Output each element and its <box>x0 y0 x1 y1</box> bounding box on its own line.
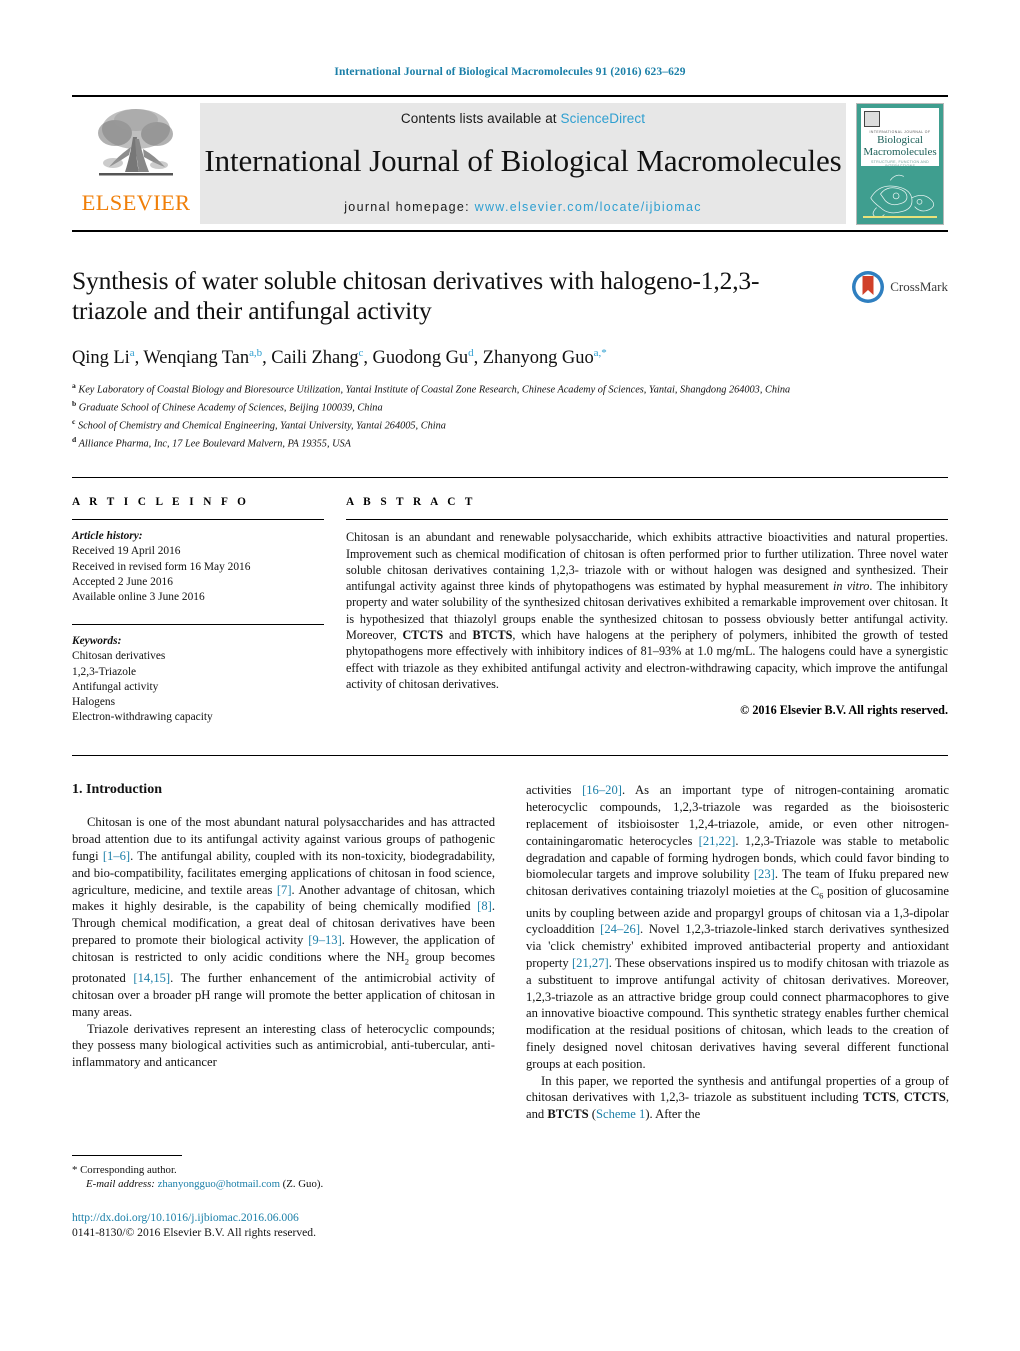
article-info-column: A R T I C L E I N F O Article history: R… <box>72 496 324 725</box>
cover-name-line1: Biological <box>877 133 923 146</box>
issn-copyright-line: 0141-8130/© 2016 Elsevier B.V. All right… <box>72 1225 316 1239</box>
elsevier-wordmark: ELSEVIER <box>81 190 191 215</box>
footnote-divider <box>72 1154 182 1156</box>
journal-homepage-line: journal homepage: www.elsevier.com/locat… <box>344 200 702 214</box>
article-history-block: Article history: Received 19 April 2016 … <box>72 529 324 605</box>
history-item: Available online 3 June 2016 <box>72 591 205 604</box>
affiliation-item: c School of Chemistry and Chemical Engin… <box>72 417 446 432</box>
crossmark-badge[interactable]: CrossMark <box>851 270 948 304</box>
keyword-item: 1,2,3-Triazole <box>72 665 137 678</box>
history-item: Received 19 April 2016 <box>72 545 181 558</box>
abstract-heading: A B S T R A C T <box>346 496 476 509</box>
affiliation-item: a Key Laboratory of Coastal Biology and … <box>72 381 791 396</box>
email-line: E-mail address: zhanyongguo@hotmail.com … <box>72 1177 495 1192</box>
journal-cover-thumbnail: INTERNATIONAL JOURNAL OF Biological Macr… <box>856 102 944 225</box>
divider <box>346 519 948 521</box>
homepage-prefix: journal homepage: <box>344 200 475 214</box>
journal-banner: Contents lists available at ScienceDirec… <box>200 103 846 224</box>
article-page: International Journal of Biological Macr… <box>0 0 1020 1351</box>
keywords-block: Keywords: Chitosan derivatives 1,2,3-Tri… <box>72 634 324 725</box>
email-suffix: (Z. Guo). <box>279 1178 324 1191</box>
sciencedirect-link[interactable]: ScienceDirect <box>561 111 646 126</box>
keyword-item: Antifungal activity <box>72 680 159 693</box>
author-list: Qing Lia, Wenqiang Tana,b, Caili Zhangc,… <box>72 347 607 369</box>
corresponding-author-line: * Corresponding author. <box>72 1163 177 1176</box>
article-info-heading: A R T I C L E I N F O <box>72 496 250 509</box>
paragraph: Triazole derivatives represent an intere… <box>72 1021 495 1070</box>
keyword-item: Chitosan derivatives <box>72 650 166 663</box>
article-body: 1. Introduction Chitosan is one of the m… <box>72 755 949 1239</box>
paragraph: activities [16–20]. As an important type… <box>526 783 950 1071</box>
cover-accent-rule <box>863 216 937 218</box>
doi-link[interactable]: http://dx.doi.org/10.1016/j.ijbiomac.201… <box>72 1210 495 1225</box>
abstract-column: A B S T R A C T Chitosan is an abundant … <box>346 496 948 725</box>
homepage-url-link[interactable]: www.elsevier.com/locate/ijbiomac <box>475 200 702 214</box>
email-link[interactable]: zhanyongguo@hotmail.com <box>158 1178 280 1190</box>
elsevier-logo: ELSEVIER <box>72 97 200 230</box>
cover-name-line2: Macromolecules <box>863 145 937 158</box>
journal-title: International Journal of Biological Macr… <box>204 143 842 178</box>
affiliation-item: d Alliance Pharma, Inc, 17 Lee Boulevard… <box>72 435 351 450</box>
cover-badge-icon <box>864 110 880 127</box>
journal-cover-block: INTERNATIONAL JOURNAL OF Biological Macr… <box>852 97 948 230</box>
body-column-right: activities [16–20]. As an important type… <box>526 782 949 1122</box>
affiliation-list: a Key Laboratory of Coastal Biology and … <box>72 379 948 451</box>
divider <box>72 519 324 521</box>
history-item: Accepted 2 June 2016 <box>72 575 173 588</box>
email-label: E-mail address: <box>86 1178 155 1191</box>
body-column-left: 1. Introduction Chitosan is one of the m… <box>72 782 496 1239</box>
cover-artwork <box>861 168 939 220</box>
section-heading-introduction: 1. Introduction <box>72 782 162 798</box>
paragraph: In this paper, we reported the synthesis… <box>526 1073 949 1122</box>
corresponding-author-note: * Corresponding author. E-mail address: … <box>72 1163 495 1192</box>
footnote-block: * Corresponding author. E-mail address: … <box>72 1154 495 1240</box>
divider <box>72 624 324 626</box>
crossmark-icon <box>852 271 885 303</box>
page-title: Synthesis of water soluble chitosan deri… <box>72 266 760 325</box>
keywords-label: Keywords: <box>72 635 122 648</box>
info-abstract-section: A R T I C L E I N F O Article history: R… <box>72 477 948 725</box>
elsevier-tree-icon <box>98 109 173 176</box>
contents-prefix: Contents lists available at <box>400 111 561 126</box>
copyright-line: © 2016 Elsevier B.V. All rights reserved… <box>740 703 948 718</box>
crossmark-label: CrossMark <box>890 279 948 294</box>
abstract-body: Chitosan is an abundant and renewable po… <box>346 530 948 691</box>
doi-block: http://dx.doi.org/10.1016/j.ijbiomac.201… <box>72 1210 495 1240</box>
contents-line: Contents lists available at ScienceDirec… <box>401 111 645 126</box>
journal-masthead: ELSEVIER Contents lists available at Sci… <box>72 95 948 232</box>
paragraph: Chitosan is one of the most abundant nat… <box>72 815 496 1019</box>
keyword-item: Halogens <box>72 696 116 709</box>
running-head: International Journal of Biological Macr… <box>334 66 686 78</box>
title-area: Synthesis of water soluble chitosan deri… <box>72 266 948 451</box>
cover-kicker: INTERNATIONAL JOURNAL OF <box>869 129 931 134</box>
keyword-item: Electron-withdrawing capacity <box>72 711 213 724</box>
history-item: Received in revised form 16 May 2016 <box>72 560 251 573</box>
cover-subtitle: STRUCTURE, FUNCTION AND INTERACTIONS <box>870 159 929 166</box>
affiliation-item: b Graduate School of Chinese Academy of … <box>72 399 383 414</box>
cover-molecule-icon <box>870 174 935 218</box>
cover-header: INTERNATIONAL JOURNAL OF Biological Macr… <box>861 107 939 166</box>
article-history-label: Article history: <box>72 530 143 543</box>
